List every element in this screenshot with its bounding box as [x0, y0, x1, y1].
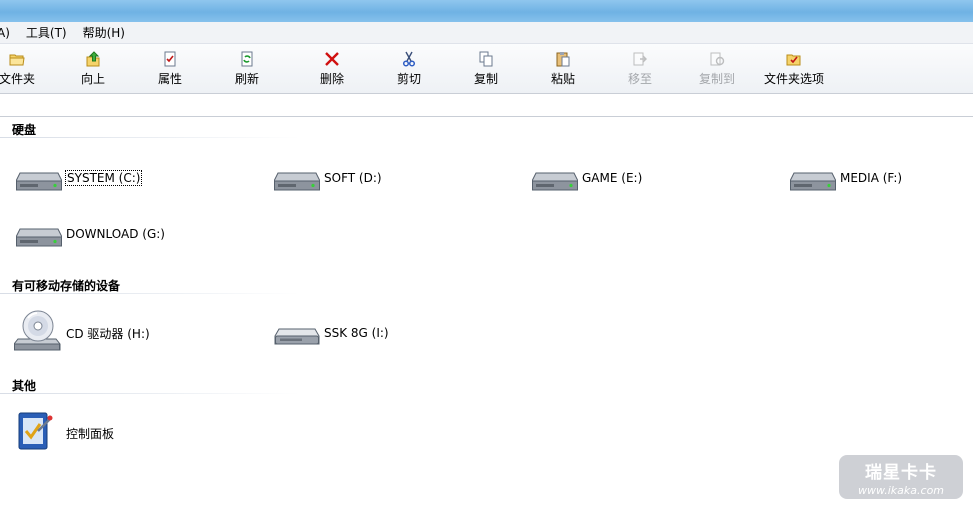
- delete-button[interactable]: 删除: [297, 51, 367, 91]
- cut-button[interactable]: 剪切: [374, 51, 444, 91]
- control-panel-label: 控制面板: [66, 426, 115, 441]
- copy-to-button[interactable]: 复制到: [682, 51, 752, 91]
- properties-icon: [162, 51, 178, 67]
- folder-icon: [9, 51, 25, 67]
- watermark-url: www.ikaka.com: [857, 484, 945, 497]
- move-to-label: 移至: [627, 72, 652, 86]
- title-bar: [0, 0, 973, 22]
- watermark-title: 瑞星卡卡: [865, 463, 937, 483]
- drive-h[interactable]: CD 驱动器 (H:): [14, 310, 150, 353]
- refresh-icon: [239, 51, 255, 67]
- drive-d-label: SOFT (D:): [324, 171, 382, 185]
- up-button[interactable]: 向上: [58, 51, 128, 91]
- address-strip: [0, 95, 973, 117]
- cd-drive-icon: [14, 310, 64, 353]
- hard-drive-icon: [14, 158, 64, 198]
- drive-e[interactable]: GAME (E:): [530, 158, 642, 198]
- paste-button[interactable]: 粘贴: [528, 51, 598, 91]
- paste-label: 粘贴: [550, 72, 575, 86]
- group-divider: [0, 393, 300, 394]
- folders-label: 文件夹: [0, 72, 35, 86]
- menu-view-partial[interactable]: A): [0, 26, 10, 40]
- menu-help[interactable]: 帮助(H): [83, 24, 125, 41]
- group-divider: [0, 137, 300, 138]
- drive-i-label: SSK 8G (I:): [324, 326, 389, 340]
- drive-i[interactable]: SSK 8G (I:): [272, 313, 389, 353]
- copy-to-label: 复制到: [698, 72, 735, 86]
- copy-to-icon: [709, 51, 725, 67]
- delete-x-icon: [324, 51, 340, 67]
- control-panel-icon: [14, 412, 64, 453]
- drive-list: 硬盘 SYSTEM (C:) SOFT (D:) GAME (E:) MEDIA…: [0, 118, 973, 505]
- hard-drive-icon: [14, 214, 64, 254]
- folder-options-icon: [786, 51, 802, 67]
- group-hard-disks: 硬盘: [12, 123, 37, 137]
- hard-drive-icon: [788, 158, 838, 198]
- drive-g[interactable]: DOWNLOAD (G:): [14, 214, 165, 254]
- copy-button[interactable]: 复制: [451, 51, 521, 91]
- drive-g-label: DOWNLOAD (G:): [66, 227, 165, 241]
- explorer-window: A) 工具(T) 帮助(H) 文件夹 向上 属性 刷新 删除 剪切 复制 粘贴 …: [0, 0, 973, 505]
- copy-icon: [478, 51, 494, 67]
- drive-f[interactable]: MEDIA (F:): [788, 158, 902, 198]
- copy-label: 复制: [473, 72, 498, 86]
- folder-options-label: 文件夹选项: [763, 72, 824, 86]
- move-to-button[interactable]: 移至: [605, 51, 675, 91]
- drive-c[interactable]: SYSTEM (C:): [14, 158, 143, 198]
- control-panel-item[interactable]: 控制面板: [14, 412, 115, 453]
- menu-bar: A) 工具(T) 帮助(H): [0, 22, 973, 44]
- watermark-logo: 瑞星卡卡 www.ikaka.com: [839, 455, 963, 499]
- group-other: 其他: [12, 379, 37, 393]
- up-folder-icon: [85, 51, 101, 67]
- drive-c-label: SYSTEM (C:): [64, 170, 143, 186]
- drive-h-label: CD 驱动器 (H:): [66, 326, 150, 341]
- menu-tools[interactable]: 工具(T): [26, 24, 67, 41]
- paste-clipboard-icon: [555, 51, 571, 67]
- refresh-label: 刷新: [234, 72, 259, 86]
- scissors-icon: [401, 51, 417, 67]
- cut-label: 剪切: [396, 72, 421, 86]
- hard-drive-icon: [530, 158, 580, 198]
- hard-drive-icon: [272, 158, 322, 198]
- group-removable: 有可移动存储的设备: [12, 279, 121, 293]
- delete-label: 删除: [319, 72, 344, 86]
- properties-label: 属性: [157, 72, 182, 86]
- drive-e-label: GAME (E:): [582, 171, 643, 185]
- group-divider: [0, 293, 300, 294]
- refresh-button[interactable]: 刷新: [212, 51, 282, 91]
- up-label: 向上: [80, 72, 105, 86]
- drive-d[interactable]: SOFT (D:): [272, 158, 382, 198]
- toolbar: 文件夹 向上 属性 刷新 删除 剪切 复制 粘贴 移至 复制到 文件夹选项: [0, 44, 973, 94]
- drive-f-label: MEDIA (F:): [840, 171, 903, 185]
- move-to-icon: [632, 51, 648, 67]
- folder-options-button[interactable]: 文件夹选项: [759, 51, 829, 91]
- removable-drive-icon: [272, 313, 322, 353]
- properties-button[interactable]: 属性: [135, 51, 205, 91]
- folders-button[interactable]: 文件夹: [0, 51, 52, 91]
